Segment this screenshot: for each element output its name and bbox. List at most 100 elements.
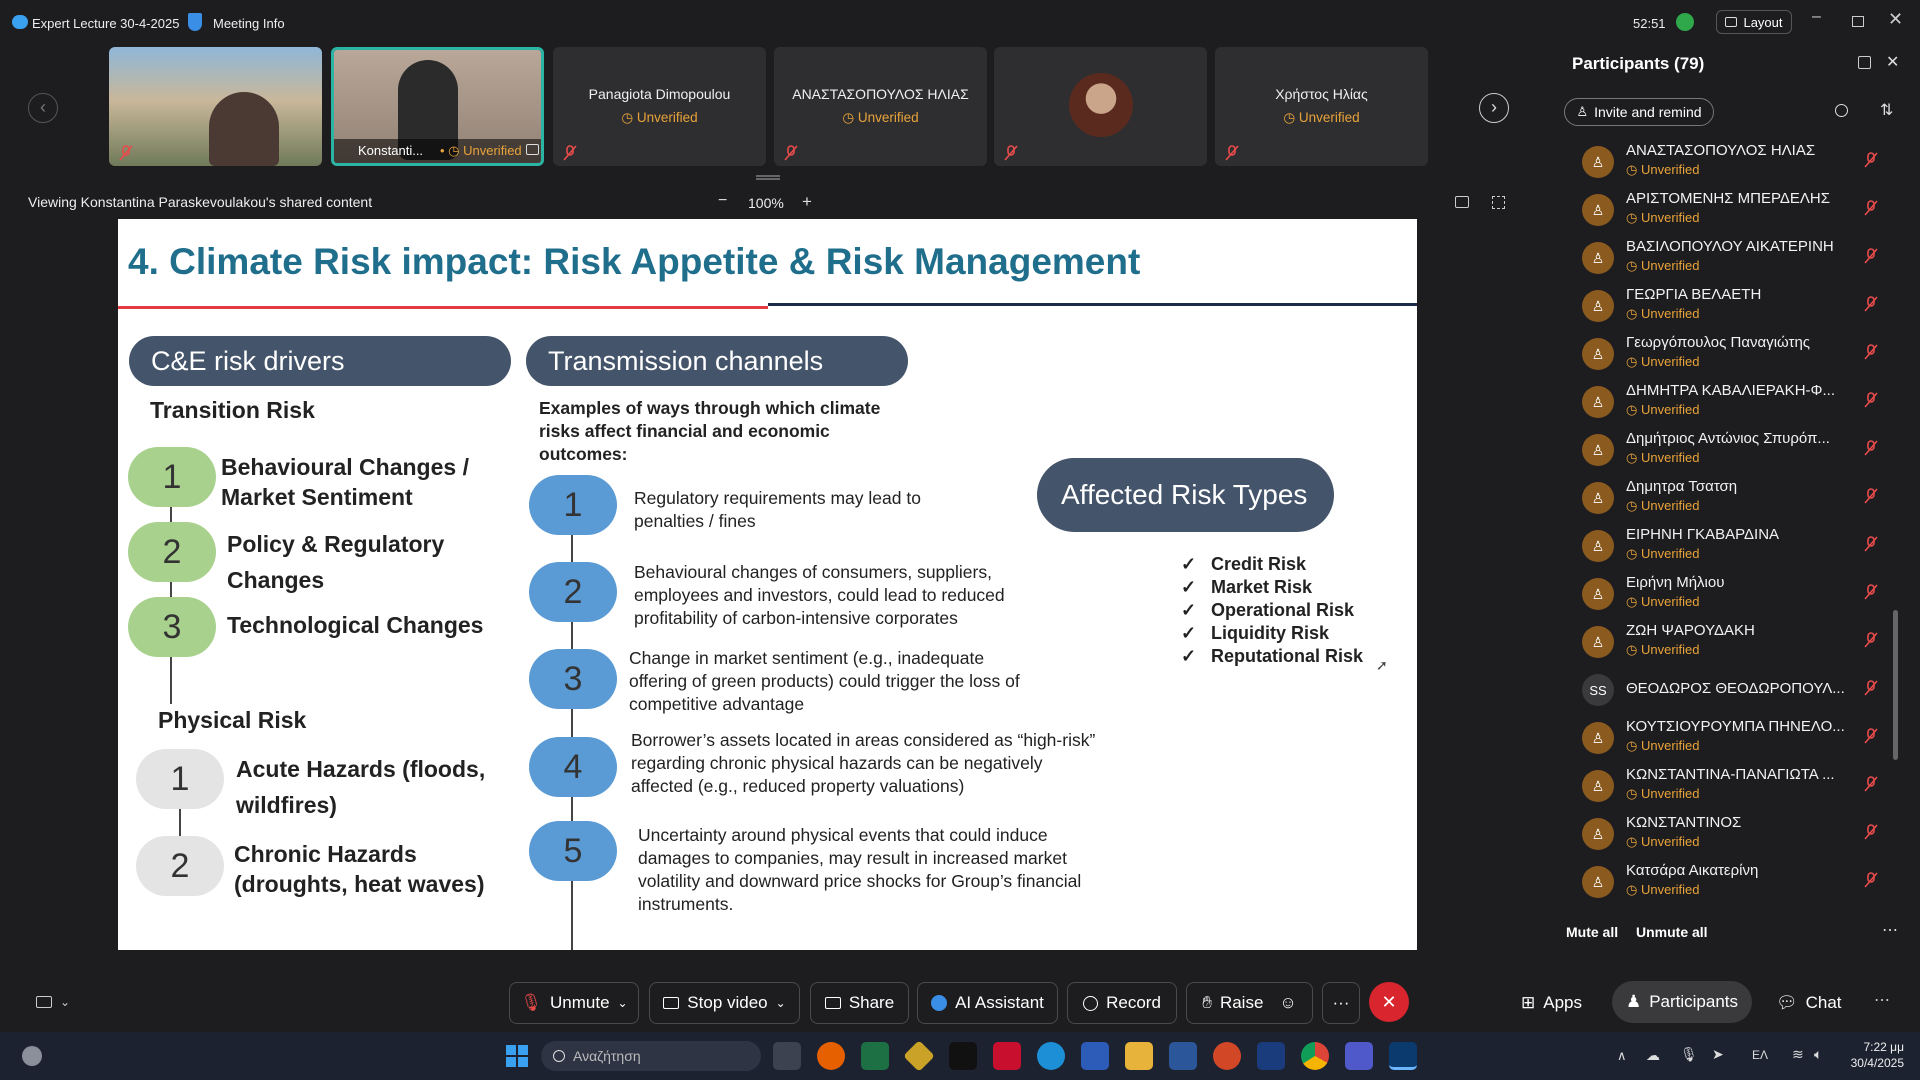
video-tile-1[interactable]	[109, 47, 322, 166]
panel-options-icon[interactable]: ⋯	[1874, 990, 1890, 1010]
participant-row[interactable]: ♙ ΚΟΥΤΣΙΟΥΡΟΥΜΠΑ ΠΗΝΕΛΟ... ◷ Unverified	[1552, 716, 1912, 764]
prev-videos-button[interactable]: ‹	[28, 93, 58, 123]
webex-taskbar-icon[interactable]	[1257, 1042, 1285, 1070]
minimize-button[interactable]: –	[1812, 8, 1832, 36]
muted-mic-icon[interactable]	[1864, 536, 1878, 552]
unmute-all-button[interactable]: Unmute all	[1636, 924, 1708, 940]
next-videos-button[interactable]: ›	[1479, 93, 1509, 123]
restore-button[interactable]	[1852, 16, 1864, 27]
search-icon[interactable]	[1835, 104, 1848, 117]
scrollbar[interactable]	[1893, 610, 1898, 760]
send-icon[interactable]: ➤	[1712, 1046, 1724, 1063]
participant-row[interactable]: ♙ Δημητρα Τσατση ◷ Unverified	[1552, 476, 1912, 524]
muted-mic-icon[interactable]	[1864, 824, 1878, 840]
file-explorer-icon[interactable]	[1125, 1042, 1153, 1070]
clock-time[interactable]: 7:22 μμ	[1852, 1040, 1904, 1054]
ai-assistant-button[interactable]: AI Assistant	[917, 982, 1058, 1024]
participant-row[interactable]: ♙ Δημήτριος Αντώνιος Σπυρόπ... ◷ Unverifie…	[1552, 428, 1912, 476]
muted-mic-icon[interactable]	[1864, 392, 1878, 408]
muted-mic-icon[interactable]	[1864, 776, 1878, 792]
muted-mic-icon[interactable]	[1864, 728, 1878, 744]
apps-button[interactable]: ⊞ Apps	[1521, 990, 1582, 1016]
store-icon[interactable]	[1081, 1042, 1109, 1070]
video-tile-5[interactable]	[994, 47, 1207, 166]
stop-video-button[interactable]: Stop video ⌄	[649, 982, 800, 1024]
muted-mic-icon[interactable]	[1864, 632, 1878, 648]
close-window-button[interactable]: ✕	[1888, 9, 1903, 30]
participant-row[interactable]: ♙ ΒΑΣΙΛΟΠΟΥΛΟΥ ΑΙΚΑΤΕΡΙΝΗ ◷ Unverified	[1552, 236, 1912, 284]
clock-date[interactable]: 30/4/2025	[1838, 1056, 1904, 1070]
language-indicator[interactable]: ΕΛ	[1752, 1048, 1768, 1062]
firefox-icon[interactable]	[817, 1042, 845, 1070]
fullscreen-icon[interactable]	[1492, 196, 1505, 209]
close-panel-button[interactable]: ✕	[1886, 52, 1899, 72]
share-button[interactable]: Share	[810, 982, 909, 1024]
tradingview-icon[interactable]	[949, 1042, 977, 1070]
muted-mic-icon[interactable]	[1864, 440, 1878, 456]
video-tile-4[interactable]: ΑΝΑΣΤΑΣΟΠΟΥΛΟΣ ΗΛΙΑΣ ◷ Unverified	[774, 47, 987, 166]
teams-icon[interactable]	[1345, 1042, 1373, 1070]
start-button[interactable]	[506, 1045, 528, 1067]
more-button[interactable]: ···	[1322, 982, 1360, 1024]
muted-mic-icon[interactable]	[1864, 344, 1878, 360]
raise-hand-button[interactable]: ✋︎ Raise ☺	[1186, 982, 1313, 1024]
more-options-icon[interactable]: ⋯	[1882, 920, 1898, 940]
resize-handle[interactable]	[756, 175, 780, 180]
participant-row[interactable]: ♙ ΚΩΝΣΤΑΝΤΙΝΟΣ ◷ Unverified	[1552, 812, 1912, 860]
invite-button[interactable]: ♙ Invite and remind	[1564, 98, 1714, 126]
video-tile-3[interactable]: Panagiota Dimopoulou ◷ Unverified	[553, 47, 766, 166]
word-icon[interactable]	[1169, 1042, 1197, 1070]
muted-mic-icon[interactable]	[1864, 488, 1878, 504]
muted-mic-icon[interactable]	[1864, 152, 1878, 168]
mute-all-button[interactable]: Mute all	[1566, 924, 1618, 940]
zoom-out-button[interactable]: −	[718, 192, 727, 210]
muted-mic-icon[interactable]	[1864, 200, 1878, 216]
meeting-info-button[interactable]: Meeting Info	[213, 16, 285, 31]
edge-icon[interactable]	[1037, 1042, 1065, 1070]
wifi-icon[interactable]: ≋	[1792, 1046, 1804, 1063]
participant-row[interactable]: ♙ ΚΩΝΣΤΑΝΤΙΝΑ-ΠΑΝΑΓΙΩΤΑ ... ◷ Unverified	[1552, 764, 1912, 812]
video-tile-6[interactable]: Χρήστος Ηλίας ◷ Unverified	[1215, 47, 1428, 166]
shield-icon[interactable]	[188, 13, 202, 31]
participant-row[interactable]: ♙ ΑΡΙΣΤΟΜΕΝΗΣ ΜΠΕΡΔΕΛΗΣ ◷ Unverified	[1552, 188, 1912, 236]
onedrive-icon[interactable]: ☁	[1646, 1047, 1660, 1064]
participants-button[interactable]: ♟ Participants	[1612, 981, 1752, 1023]
participant-row[interactable]: ♙ Γεωργόπουλος Παναγιώτης ◷ Unverified	[1552, 332, 1912, 380]
acrobat-icon[interactable]	[993, 1042, 1021, 1070]
muted-mic-icon[interactable]	[1864, 872, 1878, 888]
end-call-button[interactable]: ✕	[1369, 982, 1409, 1022]
tray-chevron-icon[interactable]: ∧	[1617, 1048, 1627, 1064]
powerpoint-icon[interactable]	[1213, 1042, 1241, 1070]
zoom-in-button[interactable]: +	[802, 192, 812, 212]
widgets-icon[interactable]	[22, 1046, 42, 1066]
layout-button[interactable]: Layout	[1716, 10, 1792, 34]
webex-active-icon[interactable]	[1389, 1042, 1417, 1070]
participant-row[interactable]: ♙ ΖΩΗ ΨΑΡΟΥΔΑΚΗ ◷ Unverified	[1552, 620, 1912, 668]
participant-row[interactable]: ♙ Κατσάρα Αικατερίνη ◷ Unverified	[1552, 860, 1912, 908]
chrome-icon[interactable]	[1301, 1042, 1329, 1070]
record-button[interactable]: Record	[1067, 982, 1177, 1024]
muted-mic-icon[interactable]	[1864, 680, 1878, 696]
excel-icon[interactable]	[861, 1042, 889, 1070]
mic-tray-icon[interactable]: 🎙︎	[1680, 1046, 1698, 1063]
unmute-button[interactable]: 🎙︎ Unmute ⌄	[509, 982, 639, 1024]
muted-mic-icon[interactable]	[1864, 296, 1878, 312]
participant-row[interactable]: ♙ ΔΗΜΗΤΡΑ ΚΑΒΑΛΙΕΡΑΚΗ-Φ... ◷ Unverified	[1552, 380, 1912, 428]
muted-mic-icon[interactable]	[1864, 584, 1878, 600]
participant-row[interactable]: ♙ ΑΝΑΣΤΑΣΟΠΟΥΛΟΣ ΗΛΙΑΣ ◷ Unverified	[1552, 140, 1912, 188]
video-tile-active-speaker[interactable]: Konstanti... • ◷ Unverified	[331, 47, 544, 166]
muted-mic-icon[interactable]	[1864, 248, 1878, 264]
chat-button[interactable]: 💬︎ Chat	[1776, 990, 1842, 1016]
participant-row[interactable]: ♙ Ειρήνη Μήλιου ◷ Unverified	[1552, 572, 1912, 620]
participant-row[interactable]: ♙ ΕΙΡΗΝΗ ΓΚΑΒΑΡΔΙΝΑ ◷ Unverified	[1552, 524, 1912, 572]
reactions-icon[interactable]: ☺	[1279, 993, 1296, 1013]
participant-row[interactable]: ♙ ΓΕΩΡΓΙΑ ΒΕΛΑΕΤΗ ◷ Unverified	[1552, 284, 1912, 332]
volume-icon[interactable]: 🔈︎	[1814, 1046, 1822, 1063]
task-view-icon[interactable]	[773, 1042, 801, 1070]
captions-button[interactable]: ⌄	[36, 993, 76, 1011]
sort-icon[interactable]: ⇅	[1880, 100, 1893, 120]
participant-row[interactable]: SS ΘΕΟΔΩΡΟΣ ΘΕΟΔΩΡΟΠΟΥΛ...	[1552, 668, 1912, 716]
taskbar-search[interactable]: Αναζήτηση	[541, 1041, 761, 1071]
annotate-icon[interactable]	[1455, 196, 1469, 208]
popout-icon[interactable]	[1858, 56, 1871, 69]
